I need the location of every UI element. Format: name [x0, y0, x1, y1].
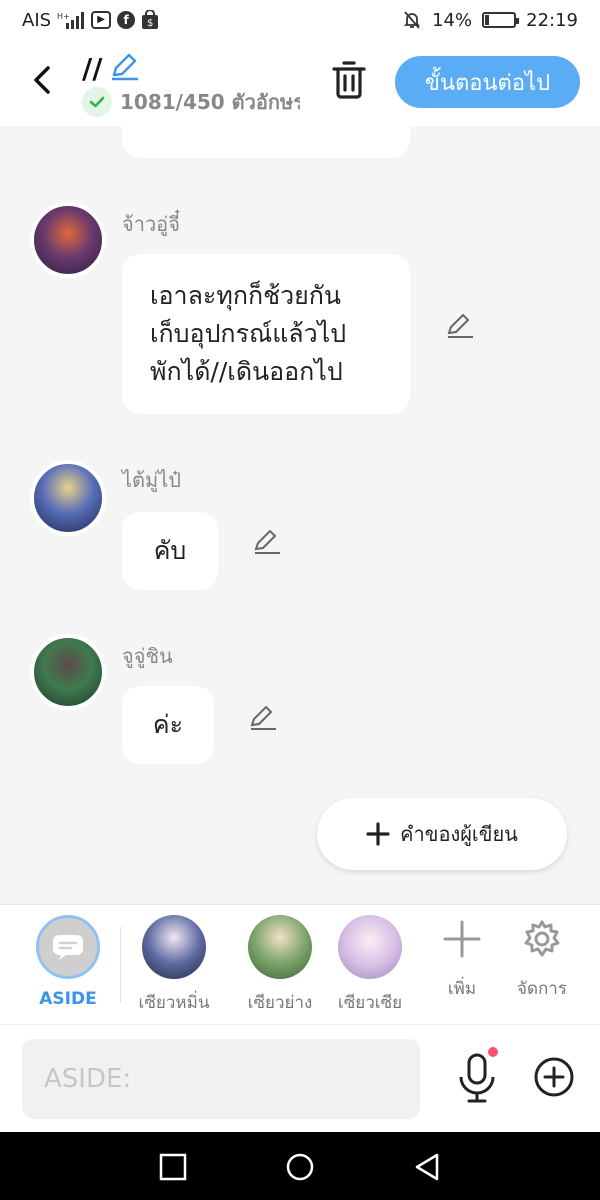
avatar: [248, 915, 312, 979]
bell-off-icon: [402, 10, 422, 30]
manage-label: จัดการ: [517, 979, 567, 999]
facebook-icon: f: [117, 11, 136, 29]
battery-fill: [485, 15, 490, 25]
author-note-button[interactable]: คำของผู้เขียน: [317, 798, 567, 870]
character-item[interactable]: เซียวเซีย: [330, 915, 410, 1016]
carrier-label: AIS: [22, 9, 52, 31]
edit-title-button[interactable]: [108, 50, 140, 86]
aside-label: ASIDE: [39, 989, 97, 1009]
status-bar: AIS H+ ▶ f $ 14% 22:19: [0, 0, 600, 40]
recent-apps-button[interactable]: [158, 1152, 188, 1182]
plus-icon: [443, 920, 481, 958]
clock: 22:19: [526, 9, 578, 31]
shopping-bag-icon: $: [141, 10, 159, 30]
media-play-icon: ▶: [91, 11, 112, 29]
message-bubble[interactable]: เอาละทุกก็ช้วยกัน เก็บอุปกรณ์แล้วไป พักไ…: [122, 254, 410, 414]
battery-percent: 14%: [432, 9, 473, 31]
character-aside[interactable]: ASIDE: [18, 915, 118, 1009]
chevron-left-icon: [34, 66, 50, 94]
divider: [120, 927, 121, 1003]
pencil-icon: [447, 313, 473, 338]
message-bubble[interactable]: คับ: [122, 512, 218, 590]
char-count-row: 1081/450 ตัวอักษร: [82, 86, 300, 118]
avatar[interactable]: [30, 202, 106, 278]
character-item[interactable]: เซียวย่าง: [230, 915, 330, 1016]
back-button[interactable]: [26, 60, 60, 100]
speaker-name: จ้าวอู่จี๋: [122, 212, 180, 236]
speaker-name: ไต้มู่ไป๋: [122, 468, 181, 492]
home-button[interactable]: [285, 1152, 315, 1182]
pencil-icon: [254, 529, 280, 554]
message-line: ค่ะ: [152, 710, 184, 739]
avatar[interactable]: [30, 460, 106, 536]
message-line: พักได้//เดินออกไป: [150, 357, 343, 386]
character-name: เซียวย่าง: [247, 993, 313, 1013]
add-character-button[interactable]: เพิ่ม: [427, 919, 497, 1002]
microphone-icon: [459, 1053, 495, 1103]
message-line: เอาละทุกก็ช้วยกัน: [150, 281, 341, 310]
square-icon: [159, 1153, 187, 1181]
battery-icon: [482, 12, 520, 28]
trash-icon: [332, 61, 366, 99]
character-name: เซียวหมิ่น: [138, 993, 210, 1013]
chapter-title: //: [82, 51, 103, 85]
input-bar: [0, 1024, 600, 1132]
title-row: //: [82, 50, 140, 86]
notification-dot: [488, 1047, 498, 1057]
plus-icon: [366, 822, 390, 846]
plus-circle-icon: [534, 1057, 574, 1097]
chat-bubble-icon: [53, 935, 83, 960]
author-note-label: คำของผู้เขียน: [400, 822, 518, 846]
edit-message-button[interactable]: [248, 702, 278, 732]
avatar: [142, 915, 206, 979]
message-line: เก็บอุปกรณ์แล้วไป: [150, 319, 347, 348]
character-bar: ASIDE เซียวหมิ่น เซียวย่าง เซียวเซีย เพิ…: [0, 904, 600, 1024]
character-item[interactable]: เซียวหมิ่น: [124, 915, 224, 1016]
delete-button[interactable]: [330, 58, 368, 100]
svg-text:$: $: [147, 18, 153, 29]
triangle-back-icon: [415, 1153, 439, 1181]
edit-message-button[interactable]: [252, 526, 282, 556]
chat-area[interactable]: จ้าวอู่จี๋ เอาละทุกก็ช้วยกัน เก็บอุปกรณ์…: [0, 126, 600, 904]
manage-characters-button[interactable]: จัดการ: [507, 919, 577, 1002]
message-bubble[interactable]: ค่ะ: [122, 686, 214, 764]
add-label: เพิ่ม: [447, 979, 477, 999]
header: // 1081/450 ตัวอักษร ขั้นตอนต่อไป: [0, 40, 600, 126]
voice-button[interactable]: [455, 1051, 499, 1107]
navigation-bar: [0, 1132, 600, 1200]
character-name: เซียวเซีย: [337, 993, 403, 1013]
circle-icon: [286, 1153, 314, 1181]
gear-icon: [524, 920, 560, 957]
next-step-button[interactable]: ขั้นตอนต่อไป: [395, 56, 580, 108]
add-attachment-button[interactable]: [532, 1055, 576, 1099]
avatar[interactable]: [30, 634, 106, 710]
avatar: [338, 915, 402, 979]
message-input[interactable]: [22, 1039, 420, 1119]
pencil-icon: [112, 53, 139, 81]
char-count: 1081/450 ตัวอักษร: [120, 90, 300, 114]
edit-message-button[interactable]: [445, 310, 475, 340]
message-bubble-partial[interactable]: [122, 126, 410, 158]
svg-text:H+: H+: [57, 12, 70, 21]
speaker-name: จูจู่ชิน: [122, 644, 173, 668]
pencil-icon: [250, 705, 276, 730]
message-line: คับ: [153, 536, 187, 565]
back-nav-button[interactable]: [412, 1152, 442, 1182]
check-icon: [82, 87, 112, 117]
aside-avatar: [36, 915, 100, 979]
signal-icon: H+: [57, 11, 85, 29]
